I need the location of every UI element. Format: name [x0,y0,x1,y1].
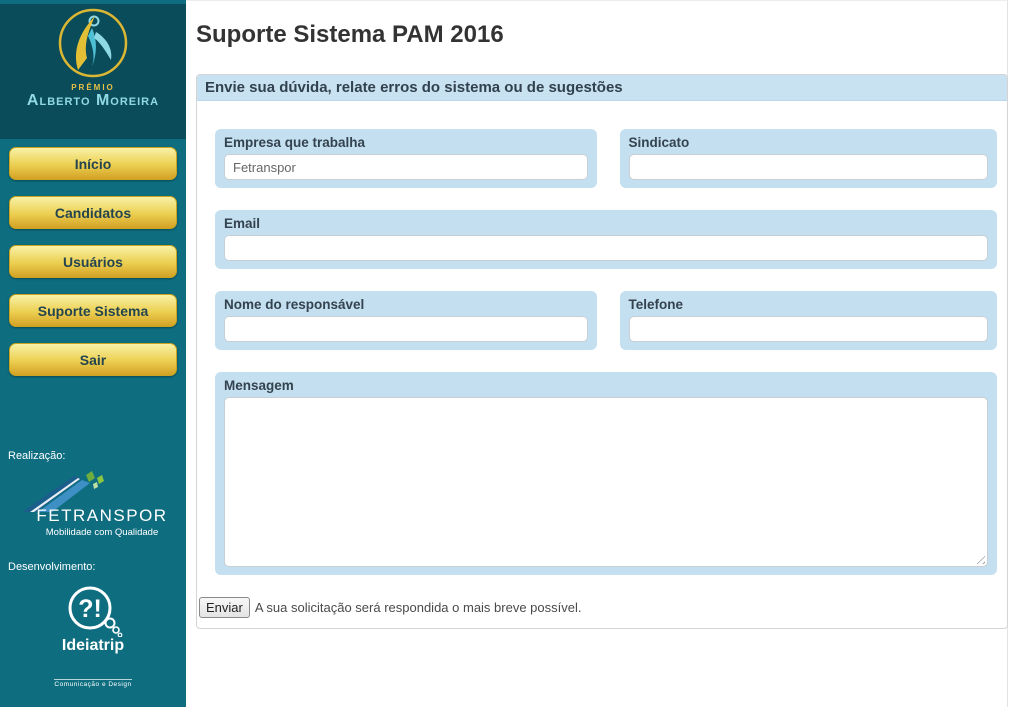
sindicato-input[interactable] [629,154,989,180]
sidebar-item-sair[interactable]: Sair [9,343,177,376]
nome-label: Nome do responsável [224,297,588,312]
premio-label: PRÊMIO [0,83,186,92]
nome-group: Nome do responsável [215,291,597,350]
enviar-button[interactable]: Enviar [199,597,250,618]
email-input[interactable] [224,235,988,261]
page: PRÊMIO Alberto Moreira Início Candidatos… [0,0,1024,707]
brand-name: Alberto Moreira [0,92,186,110]
support-panel: Envie sua dúvida, relate erros do sistem… [196,74,1008,629]
empresa-input[interactable] [224,154,588,180]
ideiatrip-tagline: Comunicação e Design [54,679,131,688]
sindicato-label: Sindicato [629,135,989,150]
email-group: Email [215,210,997,269]
ideiatrip-logo: ?! Ideiatrip Comunicação e Design [0,585,186,691]
telefone-input[interactable] [629,316,989,342]
svg-text:?!: ?! [78,595,102,623]
sidebar-nav: Início Candidatos Usuários Suporte Siste… [0,139,186,376]
form-row-2: Email [215,210,997,269]
desenvolvimento-label: Desenvolvimento: [8,561,95,573]
empresa-label: Empresa que trabalha [224,135,588,150]
email-label: Email [224,216,988,231]
form-row-1: Empresa que trabalha Sindicato [215,129,997,188]
telefone-label: Telefone [629,297,989,312]
form-row-3: Nome do responsável Telefone [215,291,997,350]
nome-input[interactable] [224,316,588,342]
empresa-group: Empresa que trabalha [215,129,597,188]
ideiatrip-name: Ideiatrip [0,637,186,655]
form-row-4: Mensagem [215,372,997,575]
mensagem-textarea[interactable] [224,397,988,567]
main-content: Suporte Sistema PAM 2016 Envie sua dúvid… [186,0,1008,707]
ideiatrip-icon: ?! [58,585,128,637]
sidebar-item-suporte-sistema[interactable]: Suporte Sistema [9,294,177,327]
panel-header: Envie sua dúvida, relate erros do sistem… [197,75,1007,101]
mensagem-group: Mensagem [215,372,997,575]
sidebar: PRÊMIO Alberto Moreira Início Candidatos… [0,0,186,707]
page-title: Suporte Sistema PAM 2016 [196,21,1007,49]
realizacao-label: Realização: [8,450,65,462]
premio-figure-icon [48,4,138,82]
sidebar-item-usuarios[interactable]: Usuários [9,245,177,278]
submit-note: A sua solicitação será respondida o mais… [255,600,582,615]
fetranspor-tagline: Mobilidade com Qualidade [18,527,186,538]
alberto-moreira-logo: PRÊMIO Alberto Moreira [0,4,186,139]
sidebar-item-inicio[interactable]: Início [9,147,177,180]
fetranspor-name: FETRANSPOR [18,506,186,526]
sindicato-group: Sindicato [620,129,998,188]
fetranspor-logo: FETRANSPOR Mobilidade com Qualidade [0,470,186,538]
telefone-group: Telefone [620,291,998,350]
submit-row: Enviar A sua solicitação será respondida… [199,597,997,618]
mensagem-label: Mensagem [224,378,988,393]
sidebar-item-candidatos[interactable]: Candidatos [9,196,177,229]
panel-body: Empresa que trabalha Sindicato Email [197,101,1007,628]
